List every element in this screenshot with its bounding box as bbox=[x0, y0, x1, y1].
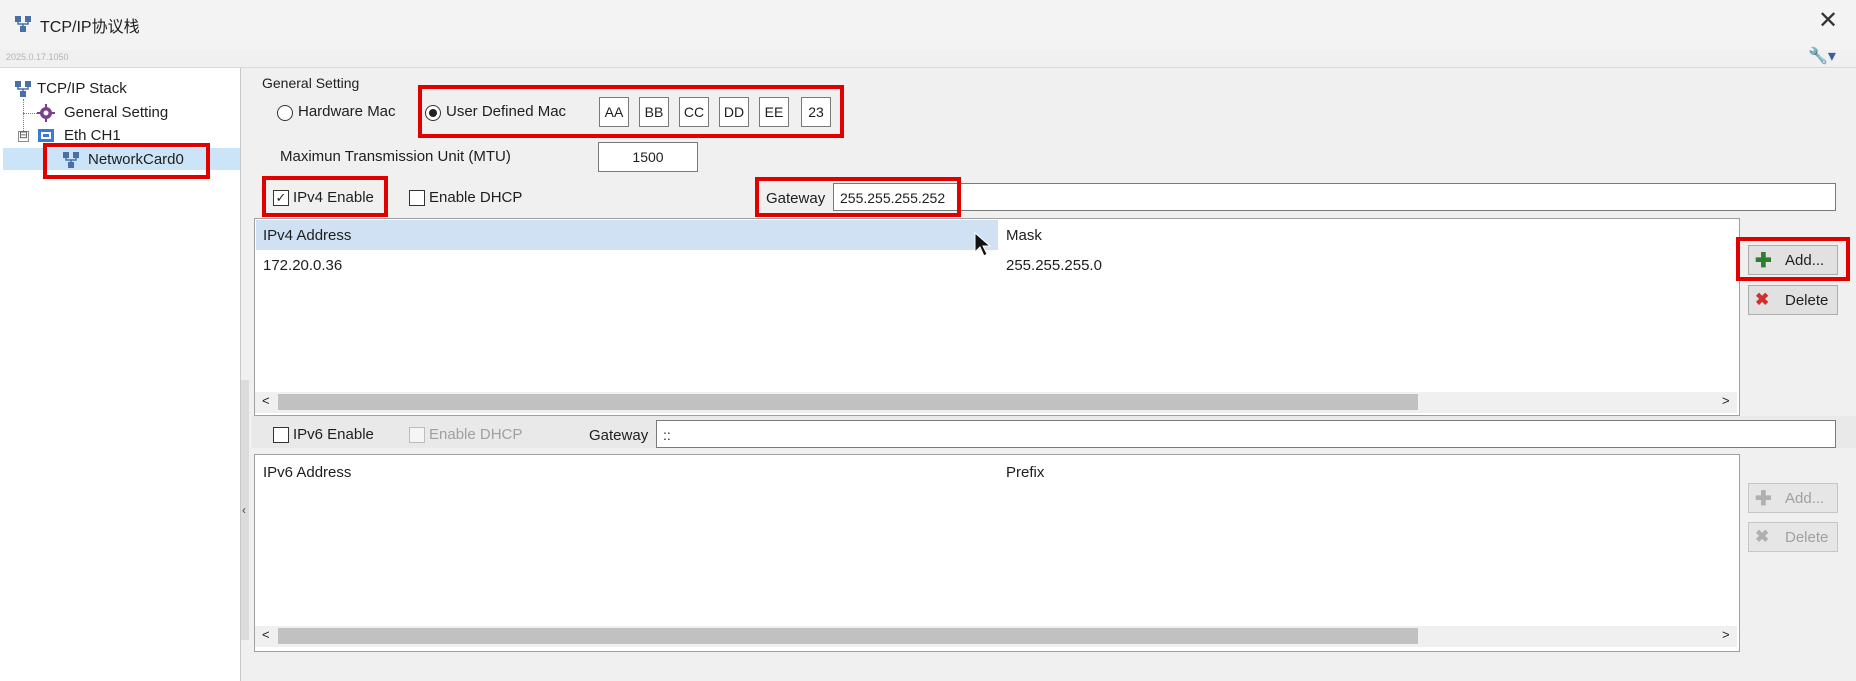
tree-item-networkcard0[interactable]: NetworkCard0 bbox=[88, 151, 184, 168]
hardware-mac-label: Hardware Mac bbox=[298, 103, 396, 120]
network-card-icon bbox=[63, 152, 79, 168]
ipv6-enable-dhcp-checkbox[interactable] bbox=[409, 427, 425, 443]
ipv4-gateway-input[interactable]: 255.255.255.252 bbox=[833, 183, 1836, 211]
ipv6-scroll-right[interactable]: > bbox=[1722, 627, 1730, 642]
mtu-label: Maximun Transmission Unit (MTU) bbox=[280, 148, 511, 165]
ipv4-row-address[interactable]: 172.20.0.36 bbox=[263, 257, 342, 274]
ipv6-delete-button[interactable]: ✖ Delete bbox=[1748, 522, 1838, 552]
mac-byte-2-input[interactable]: BB bbox=[639, 97, 669, 127]
cross-icon: ✖ bbox=[1755, 527, 1770, 546]
tree-item-tcp-ip-stack[interactable]: TCP/IP Stack bbox=[37, 80, 127, 97]
user-defined-mac-label: User Defined Mac bbox=[446, 103, 567, 120]
divider bbox=[0, 67, 1856, 68]
ipv6-gateway-label: Gateway bbox=[589, 427, 649, 444]
ipv6-add-label: Add... bbox=[1785, 490, 1825, 507]
plus-icon: ✚ bbox=[1755, 250, 1772, 272]
ipv6-column-address[interactable]: IPv6 Address bbox=[263, 464, 351, 481]
ipv4-row-mask[interactable]: 255.255.255.0 bbox=[1006, 257, 1102, 274]
general-setting-label: General Setting bbox=[262, 75, 360, 91]
ipv6-enable-checkbox[interactable] bbox=[273, 427, 289, 443]
ipv6-address-table bbox=[254, 454, 1740, 652]
ipv6-enable-label: IPv6 Enable bbox=[293, 426, 374, 443]
hardware-mac-radio[interactable] bbox=[277, 105, 293, 121]
cross-icon: ✖ bbox=[1755, 290, 1770, 309]
version-label: 2025.0.17.1050 bbox=[6, 52, 69, 62]
ipv6-gateway-input[interactable]: :: bbox=[656, 420, 1836, 448]
ipv4-delete-label: Delete bbox=[1785, 292, 1829, 309]
mac-byte-6-input[interactable]: 23 bbox=[801, 97, 831, 127]
mac-byte-3-input[interactable]: CC bbox=[679, 97, 709, 127]
ipv4-scroll-right[interactable]: > bbox=[1722, 393, 1730, 408]
ethernet-icon bbox=[38, 129, 54, 142]
ipv4-delete-button[interactable]: ✖ Delete bbox=[1748, 285, 1838, 315]
mac-byte-5-input[interactable]: EE bbox=[759, 97, 789, 127]
network-stack-icon bbox=[15, 81, 31, 97]
title-bar bbox=[0, 0, 1856, 50]
ipv4-column-address[interactable]: IPv4 Address bbox=[263, 227, 351, 244]
ipv6-scroll-left[interactable]: < bbox=[262, 627, 270, 642]
ipv4-enable-dhcp-label: Enable DHCP bbox=[429, 189, 523, 206]
ipv6-add-button[interactable]: ✚ Add... bbox=[1748, 483, 1838, 513]
ipv6-enable-dhcp-label: Enable DHCP bbox=[429, 426, 523, 443]
gear-icon bbox=[37, 104, 55, 122]
network-stack-icon bbox=[15, 16, 31, 32]
tree-expander[interactable]: ⊟ bbox=[18, 131, 29, 142]
tree-item-general-setting[interactable]: General Setting bbox=[64, 104, 168, 121]
ipv6-delete-label: Delete bbox=[1785, 529, 1829, 546]
ipv4-add-button[interactable]: ✚ Add... bbox=[1748, 245, 1838, 275]
collapse-arrow-icon[interactable]: ‹ bbox=[242, 503, 246, 517]
close-button[interactable]: ✕ bbox=[1818, 6, 1838, 35]
tree-connector bbox=[23, 113, 37, 114]
mouse-cursor-icon bbox=[974, 232, 992, 257]
mac-byte-1-input[interactable]: AA bbox=[599, 97, 629, 127]
ipv4-gateway-label: Gateway bbox=[766, 190, 826, 207]
mac-byte-4-input[interactable]: DD bbox=[719, 97, 749, 127]
ipv4-scroll-left[interactable]: < bbox=[262, 393, 270, 408]
wrench-icon[interactable]: 🔧▾ bbox=[1808, 46, 1836, 66]
ipv4-enable-label: IPv4 Enable bbox=[293, 189, 374, 206]
tree-item-eth-ch1[interactable]: Eth CH1 bbox=[64, 127, 121, 144]
ipv6-column-prefix[interactable]: Prefix bbox=[1006, 464, 1044, 481]
ipv4-enable-checkbox[interactable]: ✓ bbox=[273, 190, 289, 206]
mtu-input[interactable]: 1500 bbox=[598, 142, 698, 172]
ipv4-scroll-thumb[interactable] bbox=[278, 394, 1418, 410]
plus-icon: ✚ bbox=[1755, 488, 1772, 510]
ipv6-scroll-thumb[interactable] bbox=[278, 628, 1418, 644]
user-defined-mac-radio[interactable] bbox=[425, 105, 441, 121]
window-title: TCP/IP协议栈 bbox=[40, 19, 140, 36]
ipv4-column-header-bg bbox=[256, 220, 998, 250]
ipv4-enable-dhcp-checkbox[interactable] bbox=[409, 190, 425, 206]
ipv4-add-label: Add... bbox=[1785, 252, 1825, 269]
ipv4-column-mask[interactable]: Mask bbox=[1006, 227, 1042, 244]
